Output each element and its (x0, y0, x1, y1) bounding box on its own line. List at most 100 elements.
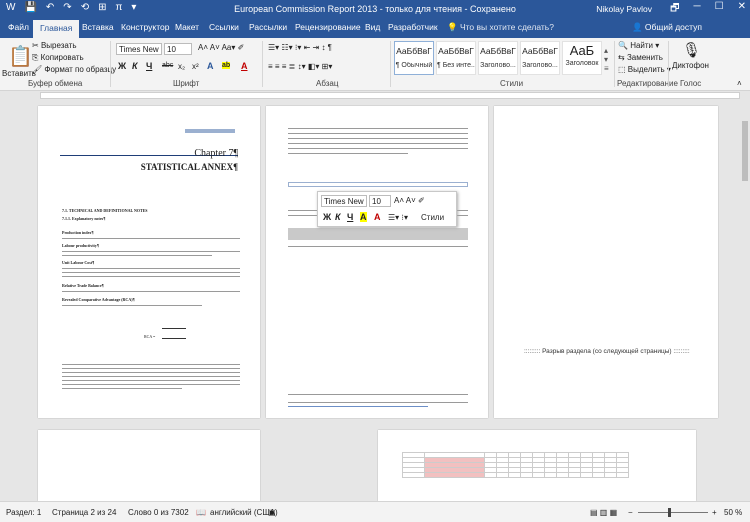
mini-font-select[interactable]: Times New R (321, 195, 367, 207)
mini-italic-button[interactable]: К (335, 212, 341, 222)
text-line (62, 380, 240, 381)
underline-button[interactable]: Ч (146, 61, 152, 71)
text-line (288, 148, 468, 149)
zoom-slider[interactable] (638, 512, 708, 513)
maximize-icon[interactable]: ☐ (715, 1, 724, 18)
tab-references[interactable]: Ссылки (209, 22, 239, 32)
font-group-label: Шрифт (173, 79, 200, 88)
text-line (62, 364, 240, 365)
subscript-button[interactable]: x₂ (178, 62, 185, 71)
style-name: ¶ Обычный (395, 62, 433, 69)
bold-button[interactable]: Ж (118, 61, 126, 71)
font-name-select[interactable]: Times New R (116, 43, 162, 55)
text-effects-button[interactable]: A (207, 61, 214, 71)
scrollbar-thumb[interactable] (742, 121, 748, 181)
share-button[interactable]: 👤 Общий доступ (632, 22, 702, 33)
divider (390, 41, 391, 87)
style-title[interactable]: AaБ Заголовок (562, 41, 602, 75)
collapse-ribbon-icon[interactable]: ˄ (737, 79, 742, 88)
tab-view[interactable]: Вид (365, 22, 380, 32)
view-mode-buttons[interactable]: ▤ ▥ ▦ (590, 508, 617, 517)
mini-highlight-button[interactable]: A (360, 212, 367, 222)
style-heading-1[interactable]: АаБбВвГ Заголово... (478, 41, 518, 75)
replace-button[interactable]: ⇆ Заменить (618, 53, 663, 62)
document-page[interactable] (266, 106, 488, 418)
mini-bold-button[interactable]: Ж (323, 212, 331, 222)
paste-icon[interactable]: 📋 (8, 44, 33, 69)
paste-button[interactable]: Вставить (2, 69, 36, 78)
section-indicator[interactable]: Раздел: 1 (6, 508, 41, 517)
tab-home[interactable]: Главная (33, 20, 80, 38)
fraction-line (162, 328, 186, 329)
text-line (62, 251, 240, 252)
document-page[interactable]: Chapter 7¶ STATISTICAL ANNEX¶ 7.1. TECHN… (38, 106, 260, 418)
tab-review[interactable]: Рецензирование (295, 22, 361, 32)
tab-design[interactable]: Конструктор (121, 22, 169, 32)
alignment-buttons[interactable]: ≡ ≡ ≡ ≣ ↕▾ ◧▾ ⊞▾ (268, 62, 332, 71)
select-button[interactable]: ⬚ Выделить ▾ (618, 65, 671, 74)
close-icon[interactable]: ✕ (738, 1, 746, 18)
vertical-ruler[interactable] (0, 101, 10, 501)
proofing-icon[interactable]: 📖 (196, 508, 206, 517)
microphone-icon[interactable]: 🎙 (682, 41, 701, 59)
text-line (62, 388, 182, 389)
document-page[interactable]: ::::::::: Разрыв раздела (со следующей с… (494, 106, 718, 418)
format-painter-button[interactable]: 🖌 Формат по образцу (32, 65, 116, 74)
tell-me-search[interactable]: 💡 Что вы хотите сделать? (447, 22, 554, 33)
zoom-slider-thumb[interactable] (668, 508, 671, 517)
horizontal-ruler[interactable] (40, 92, 740, 99)
tab-developer[interactable]: Разработчик (388, 22, 438, 32)
highlight-button[interactable]: ab (222, 62, 231, 69)
styles-more-icon[interactable]: ▴ ▾ ≡ (604, 46, 609, 73)
paragraph-heading: Production index¶ (62, 230, 94, 235)
text-line (62, 238, 240, 239)
macro-icon[interactable]: ▣ (268, 508, 276, 517)
zoom-level[interactable]: 50 % (724, 508, 742, 517)
grow-shrink-font[interactable]: A˄ A˅ Aa▾ ✐ (198, 43, 244, 52)
style-normal[interactable]: АаБбВвГ ¶ Обычный (394, 41, 434, 75)
strikethrough-button[interactable]: abc (162, 62, 173, 69)
font-size-select[interactable]: 10 (164, 43, 192, 55)
word-count[interactable]: Слово 0 из 7302 (128, 508, 189, 517)
tab-layout[interactable]: Макет (175, 22, 199, 32)
share-label: Общий доступ (644, 22, 702, 32)
dictate-button[interactable]: Диктофон (672, 61, 709, 70)
mini-styles-button[interactable]: Стили (421, 213, 444, 222)
text-line (62, 368, 240, 369)
paragraph-heading: Revealed Comparative Advantage (RCA)¶ (62, 297, 135, 302)
page-indicator[interactable]: Страница 2 из 24 (52, 508, 116, 517)
list-buttons[interactable]: ☰▾ ☷▾ ⁝▾ ⇤ ⇥ ↕ ¶ (268, 43, 332, 52)
minimize-icon[interactable]: ─ (694, 1, 701, 18)
text-line (62, 268, 240, 269)
cut-button[interactable]: ✂ Вырезать (32, 41, 77, 50)
font-color-button[interactable]: A (241, 61, 248, 71)
divider (110, 41, 111, 87)
document-page[interactable] (378, 430, 696, 501)
text-line (288, 143, 468, 144)
mini-list-buttons[interactable]: ☰▾ ⁝▾ (388, 213, 408, 222)
style-heading-2[interactable]: АаБбВвГ Заголово... (520, 41, 560, 75)
find-button[interactable]: 🔍 Найти ▾ (618, 41, 659, 50)
restore-ribbon-icon[interactable]: 🗗 (670, 1, 679, 18)
copy-button[interactable]: ⎘ Копировать (32, 53, 84, 63)
divider (668, 41, 669, 87)
italic-button[interactable]: К (132, 61, 138, 71)
zoom-in-button[interactable]: + (712, 508, 717, 517)
mini-underline-button[interactable]: Ч (347, 212, 353, 222)
document-page[interactable] (38, 430, 260, 501)
style-name: Заголовок (565, 60, 599, 67)
mini-font-color-button[interactable]: A (374, 212, 381, 222)
tab-mailings[interactable]: Рассылки (249, 22, 287, 32)
style-no-spacing[interactable]: АаБбВвГ ¶ Без инте... (436, 41, 476, 75)
tab-file[interactable]: Файл (8, 22, 29, 32)
superscript-button[interactable]: x² (192, 62, 199, 71)
mini-grow-shrink[interactable]: A˄ A˅ ✐ (394, 196, 425, 205)
zoom-out-button[interactable]: − (628, 508, 633, 517)
selected-text[interactable] (288, 228, 468, 240)
tab-insert[interactable]: Вставка (82, 22, 114, 32)
mini-size-select[interactable]: 10 (369, 195, 391, 207)
text-line (288, 246, 468, 247)
vertical-scrollbar[interactable] (740, 101, 750, 501)
user-name[interactable]: Nikolay Pavlov (596, 4, 652, 14)
text-line (62, 384, 240, 385)
